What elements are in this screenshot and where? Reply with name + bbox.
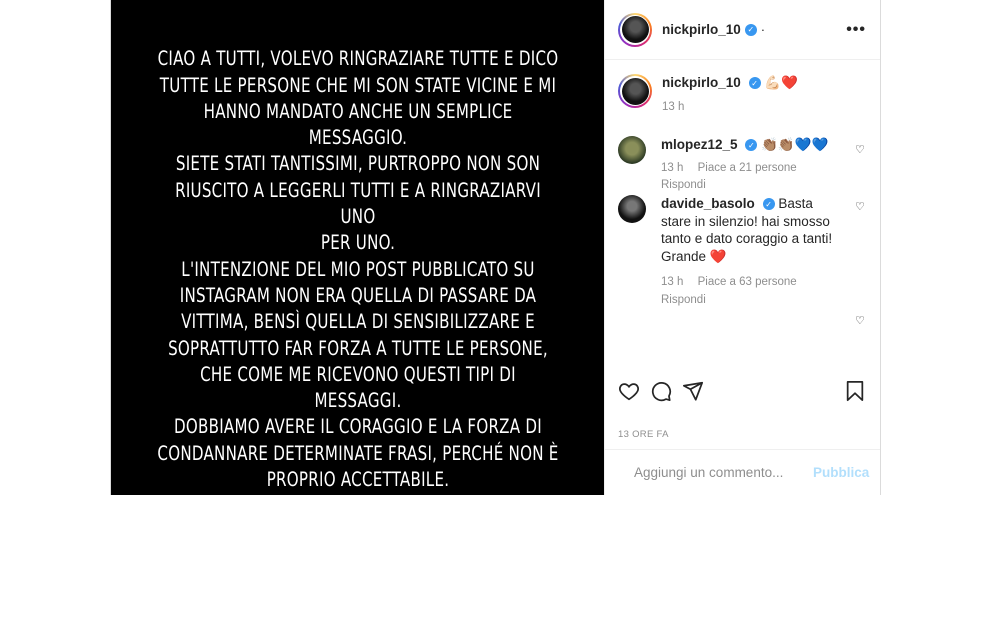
comment-time[interactable]: 13 h	[661, 276, 683, 288]
comment-emojis: 👏🏽👏🏽	[761, 137, 795, 152]
story-text: Ciao a tutti, volevo ringraziare tutte e…	[156, 47, 559, 544]
caption-emojis: 💪🏻	[764, 75, 782, 90]
publish-button[interactable]: Pubblica	[813, 465, 869, 480]
comment-bubble-icon[interactable]	[650, 380, 672, 402]
story-text-block: Ciao a tutti, volevo ringraziare tutte e…	[155, 20, 559, 625]
post-media[interactable]: Ciao a tutti, volevo ringraziare tutte e…	[111, 0, 604, 623]
caption-heart: ❤️	[781, 75, 798, 90]
header-separator: ·	[760, 22, 766, 37]
comment-input[interactable]	[632, 464, 813, 481]
comment-likes[interactable]: Piace a 21 persone	[698, 162, 797, 174]
comment-like-heart-icon[interactable]: ♡	[855, 316, 866, 327]
verified-badge-icon: ✓	[748, 77, 761, 90]
comment-heart: ❤️	[709, 248, 727, 264]
paper-plane-icon[interactable]	[682, 380, 704, 402]
comment-hearts: 💙💙	[794, 137, 829, 152]
comment: mlopez12_5 ✓ 👏🏽👏🏽💙💙 13 h Piace a 21 pers…	[618, 136, 866, 195]
commenter-avatar[interactable]	[618, 195, 646, 223]
verified-badge-icon: ✓	[745, 139, 758, 152]
comment: davide_basolo ✓ Basta stare in silenzio!…	[618, 195, 866, 309]
avatar-photo	[621, 77, 649, 105]
add-comment-bar: Pubblica	[605, 449, 880, 495]
comment-username[interactable]: mlopez12_5	[661, 137, 738, 152]
caption-username[interactable]: nickpirlo_10	[662, 75, 741, 90]
post-container: Ciao a tutti, volevo ringraziare tutte e…	[110, 0, 881, 623]
reply-button[interactable]: Rispondi	[661, 294, 706, 306]
author-avatar[interactable]	[618, 12, 652, 47]
comment-username[interactable]: davide_basolo	[661, 196, 755, 211]
comment-likes[interactable]: Piace a 63 persone	[698, 276, 797, 288]
more-options-button[interactable]: •••	[846, 21, 866, 39]
action-bar	[618, 378, 866, 404]
post-sidebar: nickpirlo_10 ✓ · ••• nickpirlo_10 ✓ 💪🏻❤️…	[604, 0, 880, 495]
verified-badge-icon: ✓	[744, 23, 757, 36]
caption: nickpirlo_10 ✓ 💪🏻❤️ 13 h	[618, 74, 866, 116]
comments-list[interactable]: nickpirlo_10 ✓ 💪🏻❤️ 13 h mlopez12_5 ✓ 👏🏽…	[605, 60, 880, 370]
comment-like-heart-icon[interactable]: ♡	[855, 145, 866, 156]
verified-badge-icon: ✓	[762, 198, 775, 211]
comment-time[interactable]: 13 h	[661, 162, 683, 174]
post-header: nickpirlo_10 ✓ · •••	[605, 0, 880, 60]
bookmark-icon[interactable]	[844, 380, 866, 402]
commenter-avatar[interactable]	[618, 136, 646, 164]
reply-button[interactable]: Rispondi	[661, 179, 706, 191]
author-username[interactable]: nickpirlo_10	[662, 22, 741, 37]
caption-avatar[interactable]	[618, 74, 652, 108]
heart-outline-icon[interactable]	[618, 380, 640, 402]
post-timestamp[interactable]: 13 ORE FA	[618, 429, 669, 440]
comment-like-heart-icon[interactable]: ♡	[855, 202, 866, 213]
story-mention: @nickpirlo_10	[294, 599, 421, 623]
avatar-photo	[621, 16, 649, 43]
caption-time[interactable]: 13 h	[662, 101, 684, 113]
